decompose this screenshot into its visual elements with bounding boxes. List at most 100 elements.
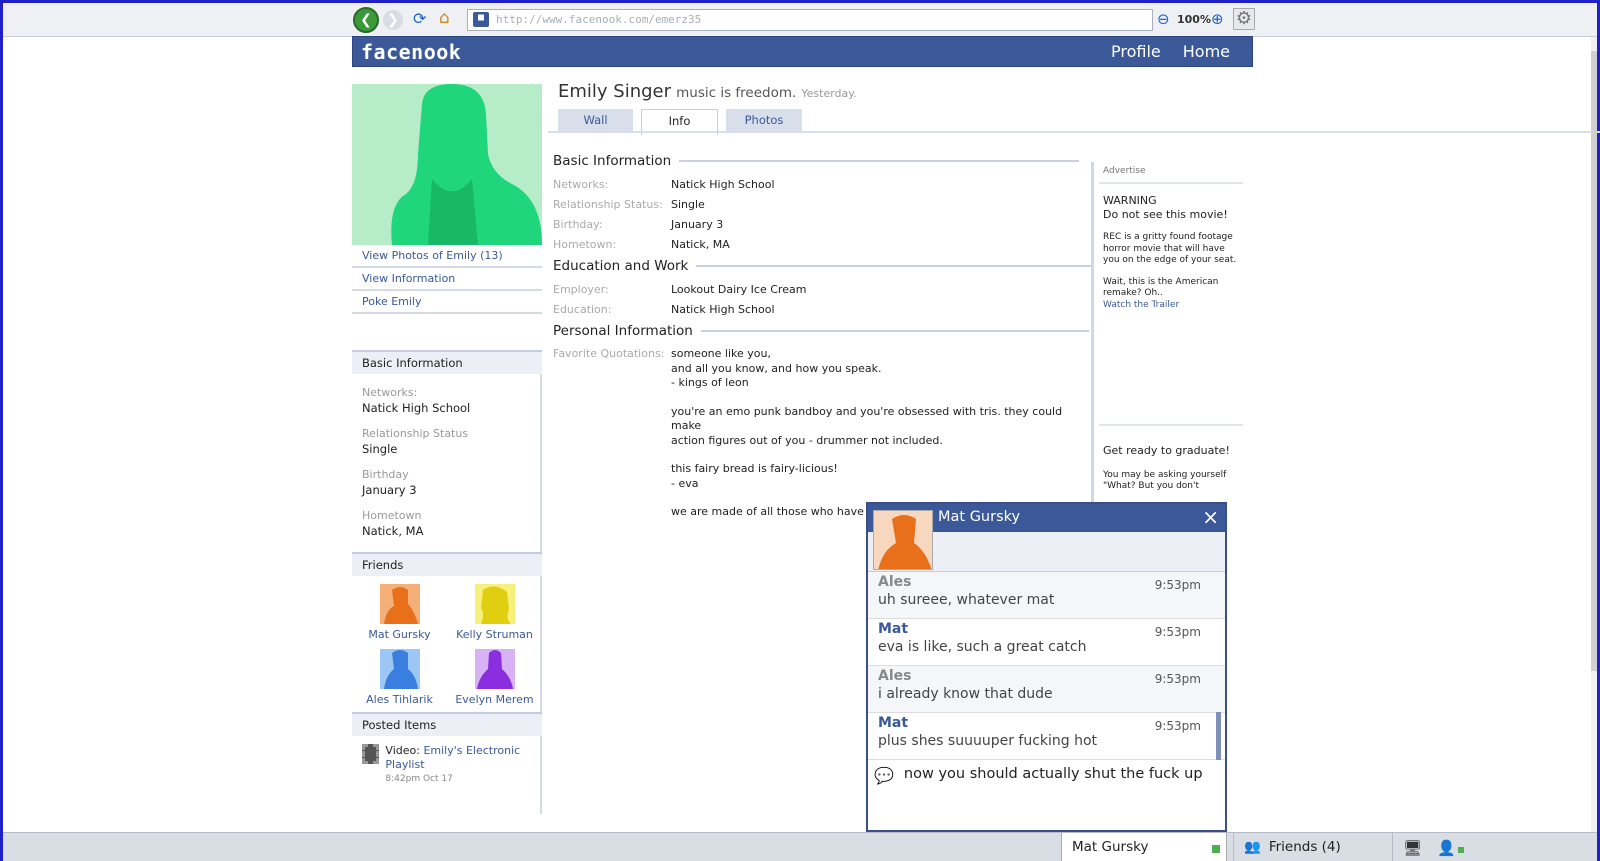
- personal-info-title: Personal Information: [553, 323, 693, 339]
- avatar: [379, 584, 420, 624]
- posted-item-time: 8:42pm Oct 17: [385, 774, 453, 784]
- friend-name[interactable]: Ales Tihlarik: [352, 693, 447, 706]
- chat-bubble-icon: 💬: [874, 766, 894, 785]
- message-sender: Ales: [878, 668, 912, 684]
- chat-input[interactable]: 💬 now you should actually shut the fuck …: [868, 760, 1225, 791]
- nav-profile-link[interactable]: Profile: [1111, 42, 1161, 61]
- back-button[interactable]: ❮: [353, 7, 379, 33]
- friend-name[interactable]: Kelly Struman: [447, 628, 542, 641]
- scrollbar-thumb[interactable]: [1591, 51, 1597, 671]
- message-time: 9:53pm: [1154, 625, 1201, 639]
- education-title: Education and Work: [553, 258, 689, 274]
- hometown-label: Hometown: [362, 509, 422, 522]
- friend-name[interactable]: Mat Gursky: [352, 628, 447, 641]
- info-row: Birthday: January 3: [553, 218, 723, 231]
- ad-title-line: Do not see this movie!: [1103, 208, 1228, 221]
- quote-line: this fairy bread is fairy-licious!: [671, 462, 838, 475]
- zoom-out-icon[interactable]: ⊖: [1157, 10, 1170, 28]
- quote-label-row: Favorite Quotations:: [553, 347, 671, 360]
- online-indicator-icon: [1212, 845, 1220, 853]
- row-value: Natick High School: [671, 178, 775, 191]
- profile-picture[interactable]: [352, 84, 542, 245]
- nav-home-link[interactable]: Home: [1183, 42, 1230, 61]
- row-label: Hometown:: [553, 238, 617, 251]
- networks-label: Networks:: [362, 386, 418, 399]
- quote-line: action figures out of you - drummer not …: [671, 433, 943, 447]
- friend-card[interactable]: Evelyn Merem: [447, 649, 542, 706]
- row-label: Education:: [553, 303, 612, 316]
- quote-line: - kings of leon: [671, 376, 749, 389]
- zoom-in-icon[interactable]: ⊕: [1211, 10, 1224, 28]
- ad-trailer-link[interactable]: Watch the Trailer: [1103, 300, 1239, 310]
- chat-tab[interactable]: Mat Gursky: [1061, 833, 1227, 861]
- view-photos-link[interactable]: View Photos of Emily (13): [352, 245, 542, 268]
- friend-card[interactable]: Kelly Struman: [447, 584, 542, 641]
- monitor-icon[interactable]: 🖥: [1403, 839, 1422, 857]
- reload-icon[interactable]: ⟳: [413, 9, 426, 28]
- left-basic-info-heading: Basic Information: [352, 350, 542, 374]
- friends-online-label: Friends (4): [1268, 839, 1341, 855]
- poke-link[interactable]: Poke Emily: [352, 291, 542, 314]
- friend-card[interactable]: Mat Gursky: [352, 584, 447, 641]
- quote-line: someone like you,: [671, 347, 771, 360]
- message-text: uh sureee, whatever mat: [878, 592, 1055, 608]
- message-sender: Ales: [878, 574, 912, 590]
- chat-input-text: now you should actually shut the fuck up: [903, 766, 1203, 782]
- chat-scrollbar[interactable]: [1216, 712, 1221, 760]
- close-icon[interactable]: ×: [1202, 504, 1219, 530]
- row-label: Favorite Quotations:: [553, 347, 665, 360]
- friend-card[interactable]: Ales Tihlarik: [352, 649, 447, 706]
- message-time: 9:53pm: [1154, 672, 1201, 686]
- friend-name[interactable]: Evelyn Merem: [447, 693, 542, 706]
- site-logo[interactable]: facenook: [361, 40, 461, 64]
- friends-online-button[interactable]: 👥 Friends (4): [1233, 833, 1393, 861]
- relationship-value: Single: [362, 442, 398, 456]
- page-scrollbar[interactable]: [1591, 37, 1597, 832]
- chat-avatar: [873, 510, 933, 570]
- tab-photos[interactable]: Photos: [726, 109, 802, 133]
- bottom-bar: Mat Gursky 👥 Friends (4) 🖥 👤: [3, 832, 1597, 861]
- address-bar[interactable]: ■ http://www.facenook.com/emerz35: [467, 9, 1153, 31]
- tab-wall[interactable]: Wall: [558, 109, 633, 133]
- section-line: [700, 330, 1089, 332]
- avatar: [474, 584, 515, 624]
- info-row: Education: Natick High School: [553, 303, 775, 316]
- home-icon[interactable]: ⌂: [439, 8, 450, 28]
- chat-message: Mat 9:53pm eva is like, such a great cat…: [868, 619, 1225, 666]
- arrow-left-icon: ❮: [360, 12, 372, 28]
- quote-line: and all you know, and how you speak.: [671, 361, 882, 375]
- posted-prefix: Video:: [385, 744, 420, 757]
- chat-contact-name: Mat Gursky: [938, 509, 1021, 525]
- relationship-label: Relationship Status: [362, 427, 469, 440]
- profile-name: Emily Singer: [558, 81, 672, 102]
- chat-message: Mat 9:53pm plus shes suuuuper fucking ho…: [868, 713, 1225, 760]
- posted-items-heading: Posted Items: [352, 712, 542, 736]
- ad-text: You may be asking yourself "What? But yo…: [1103, 469, 1227, 492]
- section-line: [696, 265, 1092, 267]
- site-header: facenook Profile Home: [352, 36, 1253, 67]
- ad-text: REC is a gritty found footage horror mov…: [1103, 232, 1237, 265]
- site-favicon-icon: ■: [473, 12, 489, 27]
- message-text: i already know that dude: [878, 686, 1053, 702]
- friends-heading: Friends: [352, 552, 542, 576]
- networks-value: Natick High School: [362, 401, 471, 415]
- forward-button[interactable]: ❯: [383, 10, 403, 30]
- left-column: View Photos of Emily (13) View Informati…: [352, 84, 542, 814]
- view-information-link[interactable]: View Information: [352, 268, 542, 291]
- user-status-icon[interactable]: 👤: [1437, 839, 1464, 857]
- gear-icon[interactable]: ⚙: [1233, 8, 1255, 30]
- film-icon: [362, 744, 380, 764]
- info-row: Employer: Lookout Dairy Ice Cream: [553, 283, 806, 296]
- hometown-value: Natick, MA: [362, 524, 424, 538]
- favorite-quotations: someone like you, and all you know, and …: [671, 347, 1081, 520]
- row-value: January 3: [671, 218, 724, 231]
- row-value: Lookout Dairy Ice Cream: [671, 283, 807, 296]
- row-label: Birthday:: [553, 218, 603, 231]
- birthday-value: January 3: [362, 483, 417, 497]
- url-text: http://www.facenook.com/emerz35: [496, 13, 702, 26]
- row-label: Networks:: [553, 178, 609, 191]
- quote-line: [671, 391, 1081, 405]
- quote-line: [671, 448, 1081, 462]
- avatar: [474, 649, 515, 689]
- row-label: Employer:: [553, 283, 609, 296]
